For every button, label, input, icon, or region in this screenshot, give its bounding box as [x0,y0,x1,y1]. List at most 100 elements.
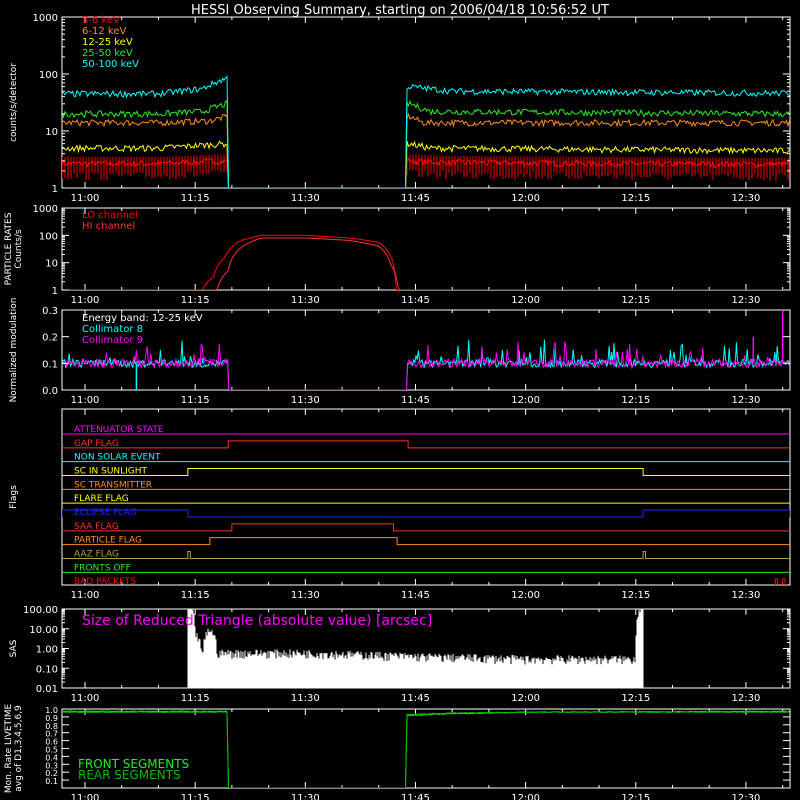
y-tick-label: 10 [45,259,58,270]
x-tick-label: 11:15 [181,395,210,406]
x-tick-label: 12:15 [621,793,650,800]
flag-label: NON SOLAR EVENT [74,453,161,463]
x-tick-label: 11:00 [71,590,100,601]
flag-label: SC IN SUNLIGHT [74,467,148,477]
panel-particle_rates: 11:00 11:15 11:30 11:45 12:00 12:15 12:30 PARTI… [4,204,791,306]
x-tick-label: 12:00 [511,693,540,704]
x-tick-label: 11:30 [291,193,320,204]
observing-summary-chart: HESSI Observing Summary, starting on 200… [4,3,791,800]
y-axis-label: Mon. Rate LIVETIME [4,704,14,794]
x-tick-label: 12:00 [511,590,540,601]
y-tick-label: 100.00 [23,605,58,616]
x-tick-label: 12:15 [621,395,650,406]
x-tick-label: 12:30 [732,590,761,601]
x-tick-label: 12:15 [621,693,650,704]
plot-area [62,433,790,585]
x-tick-label: 12:30 [732,793,761,800]
legend-entry: 25-50 keV [82,48,133,59]
x-tick-label: 11:00 [71,793,100,800]
legend-entry: Collimator 9 [82,335,143,346]
x-tick-label: 11:30 [291,590,320,601]
x-tick-label: 11:30 [291,793,320,800]
x-tick-label: 11:00 [71,693,100,704]
x-tick-label: 11:15 [181,295,210,306]
legend-entry: LO channel [82,210,138,221]
flag-line [62,440,790,449]
x-tick-label: 11:45 [401,693,430,704]
y-tick-label: 0.5 [45,746,58,755]
y-tick-label: 0.6 [45,738,58,747]
y-tick-label: 0.3 [42,306,58,317]
legend-entry: 12-25 keV [82,37,133,48]
x-tick-label: 11:45 [401,395,430,406]
x-tick-label: 11:45 [401,793,430,800]
legend-entry: Collimator 8 [82,324,143,335]
flag-line [62,468,790,476]
flag-label: BAD PACKETS [74,577,136,587]
y-tick-label: 0.2 [45,769,58,778]
x-tick-label: 11:30 [291,395,320,406]
x-tick-label: 12:30 [732,295,761,306]
flag-line [62,551,790,559]
y-tick-label: 0.0 [42,386,58,397]
x-tick-label: 11:45 [401,590,430,601]
panels-group: 11:00 11:15 11:30 11:45 12:00 12:15 12:30 count… [4,13,791,800]
x-tick-label: 11:00 [71,295,100,306]
x-tick-label: 11:45 [401,193,430,204]
y-tick-label: 0.9 [45,714,58,723]
y-tick-label: 10 [45,127,58,138]
legend-entry: 50-100 keV [82,59,139,70]
y-axis-label: Counts/s [14,229,24,268]
flag-label: PARTICLE FLAG [74,536,142,546]
x-tick-label: 12:00 [511,395,540,406]
annotation: Size of Reduced Triangle (absolute value… [82,613,432,629]
x-tick-label: 11:15 [181,693,210,704]
x-tick-label: 11:15 [181,193,210,204]
x-tick-label: 11:15 [181,590,210,601]
y-tick-label: 1000 [33,13,58,24]
flag-line [62,509,790,518]
y-tick-label: 0.4 [45,753,58,762]
legend-entry: 6-12 keV [82,26,126,37]
x-tick-label: 12:15 [621,295,650,306]
series-line [62,237,790,290]
x-tick-label: 11:00 [71,395,100,406]
flag-label: GAP FLAG [74,439,119,449]
x-tick-label: 11:45 [401,295,430,306]
flag-label: FLARE FLAG [74,494,129,504]
y-axis-label: Flags [9,485,19,509]
y-tick-label: 10.00 [29,625,58,636]
flag-label: SAA FLAG [74,522,119,532]
y-axis-label: avg of D1,3,4,5,6,9 [14,705,24,792]
y-tick-label: 1 [52,184,58,195]
x-tick-label: 11:30 [291,295,320,306]
panel-frame [61,207,791,291]
panel-flags: 11:00 11:15 11:30 11:45 12:00 12:15 12:30 Flags… [9,408,791,601]
y-axis-label: PARTICLE RATES [4,212,14,285]
y-tick-label: 0.1 [42,359,58,370]
flag-label: AAZ FLAG [74,550,119,560]
y-tick-label: 0.8 [45,722,58,731]
x-tick-label: 12:00 [511,295,540,306]
flag-label: ATTENUATOR STATE [74,425,164,435]
x-tick-label: 11:30 [291,693,320,704]
y-tick-label: 0.3 [45,761,58,770]
y-tick-label: 0.10 [36,664,58,675]
legend-entry: REAR SEGMENTS [78,768,181,782]
panel-modulation: 11:00 11:15 11:30 11:45 12:00 12:15 12:30 Norma… [9,298,791,406]
panel-count_rates: 11:00 11:15 11:30 11:45 12:00 12:15 12:30 count… [9,13,791,204]
legend-entry: 3-6 keV [82,15,120,26]
x-tick-label: 12:30 [732,395,761,406]
x-tick-label: 12:15 [621,193,650,204]
x-tick-label: 12:15 [621,590,650,601]
flag-label: FRONTS OFF [74,563,131,573]
y-axis-label: SAS [9,639,19,657]
x-tick-label: 12:00 [511,193,540,204]
chart-title: HESSI Observing Summary, starting on 200… [191,3,609,18]
y-tick-label: 1 [52,286,58,297]
flag-label: SC TRANSMITTER [74,480,152,490]
x-tick-label: 12:00 [511,793,540,800]
y-tick-label: 1000 [33,204,58,215]
panel-sas: 11:00 11:15 11:30 11:45 12:00 12:15 12:30 SAS 0.… [9,605,791,704]
panel-livetime: 11:00 11:15 11:30 11:45 12:00 12:15 12:30 Mon. … [4,704,791,800]
